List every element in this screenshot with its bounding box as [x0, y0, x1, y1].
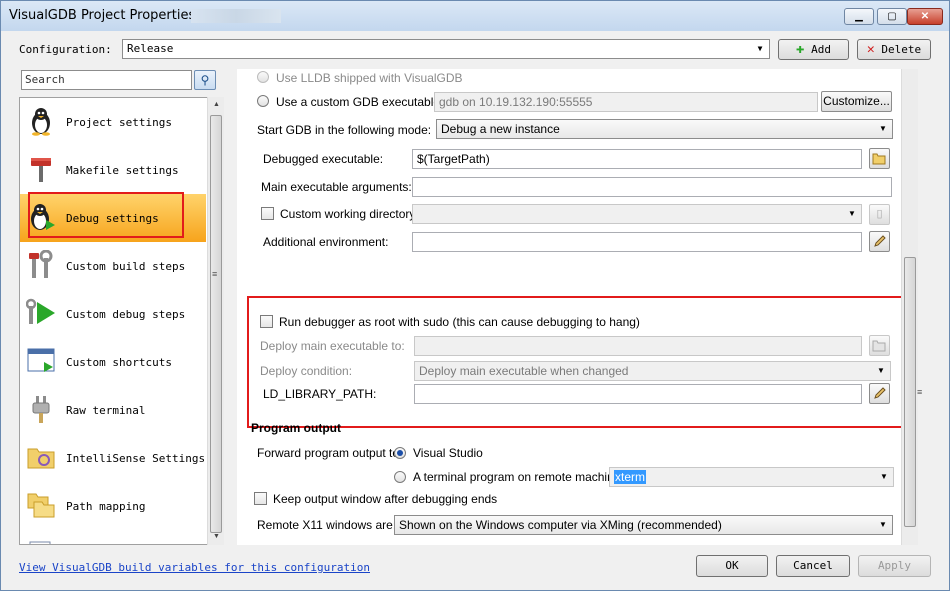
start-mode-label: Start GDB in the following mode: — [257, 123, 432, 137]
delete-label: Delete — [881, 43, 922, 56]
browse-folder-icon[interactable] — [869, 148, 890, 169]
sidebar-item-intellisense-settings[interactable]: IntelliSense Settings — [20, 434, 206, 482]
hammer-icon — [31, 158, 51, 182]
sidebar-item-custom-build-steps[interactable]: Custom build steps — [20, 242, 206, 290]
close-button[interactable]: ✕ — [907, 8, 943, 25]
main-args-field[interactable] — [412, 177, 892, 197]
visual-studio-radio[interactable] — [394, 447, 406, 459]
terminal-program-radio[interactable] — [394, 471, 406, 483]
maximize-button[interactable]: ▢ — [877, 8, 907, 25]
custom-wd-label: Custom working directory: — [280, 207, 419, 221]
ok-button[interactable]: OK — [696, 555, 768, 577]
window-title: VisualGDB Project Properties - — [9, 8, 205, 23]
sidebar-item-label: Path mapping — [66, 500, 146, 513]
sidebar-item-label: IntelliSense Settings — [66, 452, 206, 465]
plug-icon — [32, 396, 50, 423]
title-project-name-blurred — [191, 9, 281, 23]
settings-sidebar: Project settings Makefile settings Debug… — [19, 97, 224, 545]
custom-gdb-field[interactable]: gdb on 10.19.132.190:55555 — [434, 92, 818, 112]
use-lldb-label: Use LLDB shipped with VisualGDB — [276, 71, 463, 85]
search-input[interactable]: Search — [21, 70, 192, 90]
highlight-box-sudo-settings — [247, 296, 903, 428]
properties-window: VisualGDB Project Properties - ▁ ▢ ✕ Con… — [0, 0, 950, 591]
x11-value: Shown on the Windows computer via XMing … — [399, 518, 722, 532]
sidebar-item-raw-terminal[interactable]: Raw terminal — [20, 386, 206, 434]
sidebar-item-custom-shortcuts[interactable]: Custom shortcuts — [20, 338, 206, 386]
terminal-program-value: xterm — [614, 470, 646, 484]
custom-wd-select[interactable]: ▼ — [412, 204, 862, 224]
cancel-button[interactable]: Cancel — [776, 555, 850, 577]
sidebar-item-label: Custom shortcuts — [66, 356, 172, 369]
sidebar-item-label: Custom build steps — [66, 260, 186, 273]
browse-wd-icon[interactable]: ▯ — [869, 204, 890, 225]
scroll-down-icon[interactable]: ▼ — [208, 529, 225, 545]
folders-icon — [27, 493, 55, 518]
sidebar-item-path-mapping[interactable]: Path mapping — [20, 482, 206, 530]
chevron-down-icon: ▼ — [879, 124, 887, 133]
visual-studio-label: Visual Studio — [413, 446, 483, 460]
tools-icon — [29, 250, 53, 278]
debugged-exe-label: Debugged executable: — [263, 152, 384, 166]
folder-settings-icon — [27, 448, 55, 469]
terminal-program-select[interactable]: xterm ▼ — [609, 467, 894, 487]
terminal-program-label: A terminal program on remote machine: — [413, 470, 624, 484]
configuration-select[interactable]: Release ▼ — [122, 39, 770, 59]
keep-window-checkbox[interactable] — [254, 492, 267, 505]
sidebar-item-custom-debug-steps[interactable]: Custom debug steps — [20, 290, 206, 338]
add-configuration-button[interactable]: ✚ Add — [778, 39, 849, 60]
title-bar: VisualGDB Project Properties - ▁ ▢ ✕ — [1, 1, 949, 31]
scroll-up-icon[interactable]: ▲ — [208, 97, 225, 113]
chevron-down-icon: ▼ — [879, 520, 887, 529]
forward-output-label: Forward program output to: — [257, 446, 403, 460]
chevron-down-icon: ▼ — [880, 472, 888, 481]
additional-env-field[interactable] — [412, 232, 862, 252]
splitter-grip-icon[interactable]: ≡ — [212, 269, 217, 279]
minimize-button[interactable]: ▁ — [844, 8, 874, 25]
configuration-label: Configuration: — [19, 43, 112, 56]
search-icon[interactable]: ⚲ — [194, 70, 216, 90]
highlight-box-debug-settings — [28, 192, 184, 238]
play-tools-icon — [26, 298, 55, 324]
apply-button[interactable]: Apply — [858, 555, 931, 577]
sidebar-item-label: Custom debug steps — [66, 308, 186, 321]
sidebar-item-partial — [20, 530, 206, 544]
custom-wd-checkbox[interactable] — [261, 207, 274, 220]
sidebar-item-label: Project settings — [66, 116, 172, 129]
sidebar-item-project-settings[interactable]: Project settings — [20, 98, 206, 146]
scrollbar-thumb[interactable] — [904, 257, 916, 527]
edit-pencil-icon[interactable] — [869, 231, 890, 252]
keep-window-label: Keep output window after debugging ends — [273, 492, 498, 506]
delete-configuration-button[interactable]: ✕ Delete — [857, 39, 931, 60]
use-lldb-radio[interactable] — [257, 71, 269, 83]
debugged-exe-field[interactable]: $(TargetPath) — [412, 149, 862, 169]
penguin-icon — [32, 108, 50, 136]
delete-icon: ✕ — [866, 42, 875, 57]
configuration-value: Release — [127, 42, 174, 55]
sidebar-item-label: Raw terminal — [66, 404, 146, 417]
document-icon — [29, 541, 51, 544]
build-variables-link[interactable]: View VisualGDB build variables for this … — [19, 561, 370, 574]
chevron-down-icon: ▼ — [848, 209, 856, 218]
sidebar-item-label: Makefile settings — [66, 164, 179, 177]
sidebar-scrollbar[interactable]: ▲ ▼ — [207, 97, 224, 545]
add-label: Add — [811, 43, 831, 56]
start-mode-value: Debug a new instance — [441, 122, 560, 136]
customize-button[interactable]: Customize... — [821, 91, 892, 112]
additional-env-label: Additional environment: — [263, 235, 389, 249]
window-shortcut-icon — [27, 348, 55, 372]
splitter-grip-icon[interactable]: ≡ — [917, 387, 922, 397]
chevron-down-icon: ▼ — [757, 44, 763, 53]
custom-gdb-label: Use a custom GDB executable: — [276, 95, 444, 109]
scrollbar-thumb[interactable] — [210, 115, 222, 533]
plus-icon: ✚ — [796, 41, 805, 57]
x11-label: Remote X11 windows are: — [257, 518, 397, 532]
start-mode-select[interactable]: Debug a new instance ▼ — [436, 119, 893, 139]
content-scrollbar[interactable] — [901, 69, 918, 545]
custom-gdb-radio[interactable] — [257, 95, 269, 107]
program-output-heading: Program output — [251, 421, 341, 435]
x11-select[interactable]: Shown on the Windows computer via XMing … — [394, 515, 893, 535]
sidebar-item-makefile-settings[interactable]: Makefile settings — [20, 146, 206, 194]
main-args-label: Main executable arguments: — [261, 180, 412, 194]
